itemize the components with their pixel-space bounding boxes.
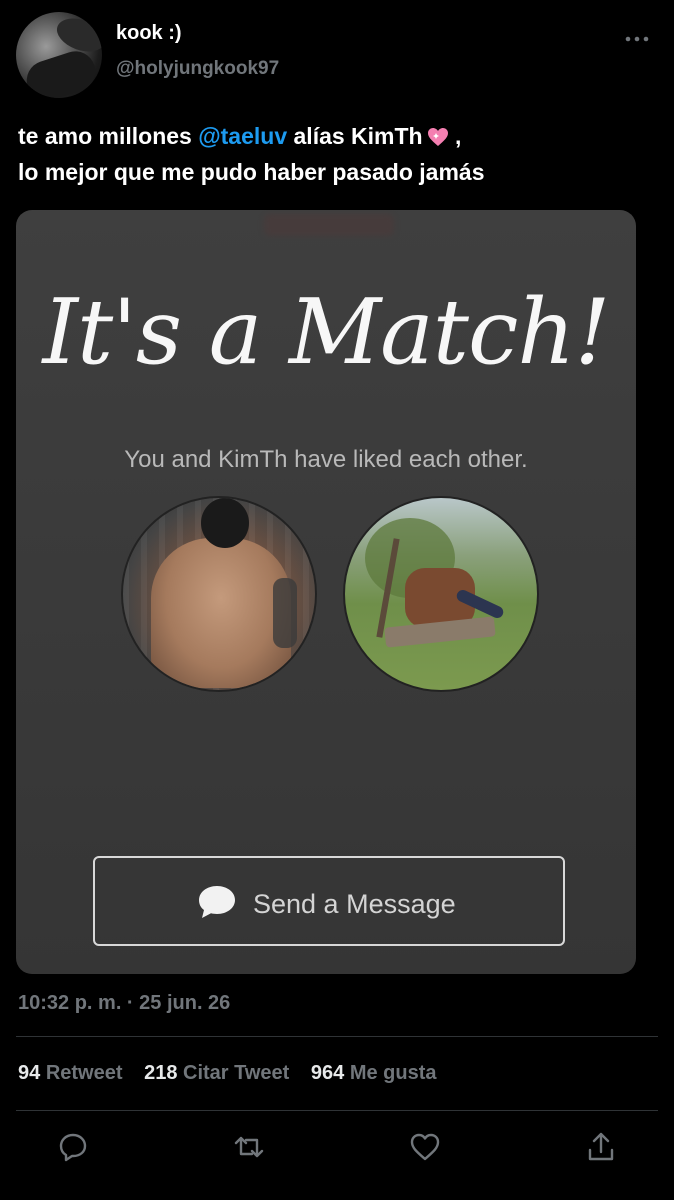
tweet-stats: 94 Retweet 218 Citar Tweet 964 Me gusta (18, 1062, 453, 1085)
profile-photo-left (121, 496, 317, 692)
tweet-text-part3: , (448, 123, 462, 149)
tweet-media[interactable]: It's a Match! You and KimTh have liked e… (16, 210, 636, 974)
retweet-count[interactable]: 94 (18, 1062, 40, 1084)
chat-bubble-icon (197, 884, 237, 920)
display-name[interactable]: kook :) (116, 22, 182, 45)
tweet-text-part2: alías KimTh (287, 123, 423, 149)
divider (16, 1036, 658, 1037)
match-subtitle: You and KimTh have liked each other. (124, 446, 528, 473)
profile-photo-right (343, 496, 539, 692)
sparkling-heart-icon (427, 121, 449, 146)
tweet-text: te amo millones @taeluv alías KimTh , lo… (18, 118, 668, 190)
share-icon[interactable] (584, 1130, 618, 1164)
tweet-timestamp[interactable]: 10:32 p. m. · 25 jun. 26 (18, 992, 230, 1015)
divider (16, 1110, 658, 1111)
tweet-text-line2: lo mejor que me pudo haber pasado jamás (18, 159, 485, 185)
retweet-label[interactable]: Retweet (46, 1062, 123, 1084)
blurred-header (264, 214, 394, 236)
like-icon[interactable] (408, 1130, 442, 1164)
reply-icon[interactable] (56, 1130, 90, 1164)
retweet-icon[interactable] (232, 1130, 266, 1164)
quote-label[interactable]: Citar Tweet (183, 1062, 289, 1084)
like-count[interactable]: 964 (311, 1062, 344, 1084)
tweet-text-part1: te amo millones (18, 123, 199, 149)
mention-link[interactable]: @taeluv (198, 123, 287, 149)
quote-count[interactable]: 218 (144, 1062, 177, 1084)
send-message-label: Send a Message (253, 889, 456, 919)
user-handle[interactable]: @holyjungkook97 (116, 58, 279, 80)
match-title: It's a Match! (42, 280, 610, 385)
more-horizontal-icon[interactable] (622, 30, 652, 48)
avatar[interactable] (16, 12, 102, 98)
send-message-button[interactable]: Send a Message (93, 856, 565, 946)
like-label[interactable]: Me gusta (350, 1062, 437, 1084)
